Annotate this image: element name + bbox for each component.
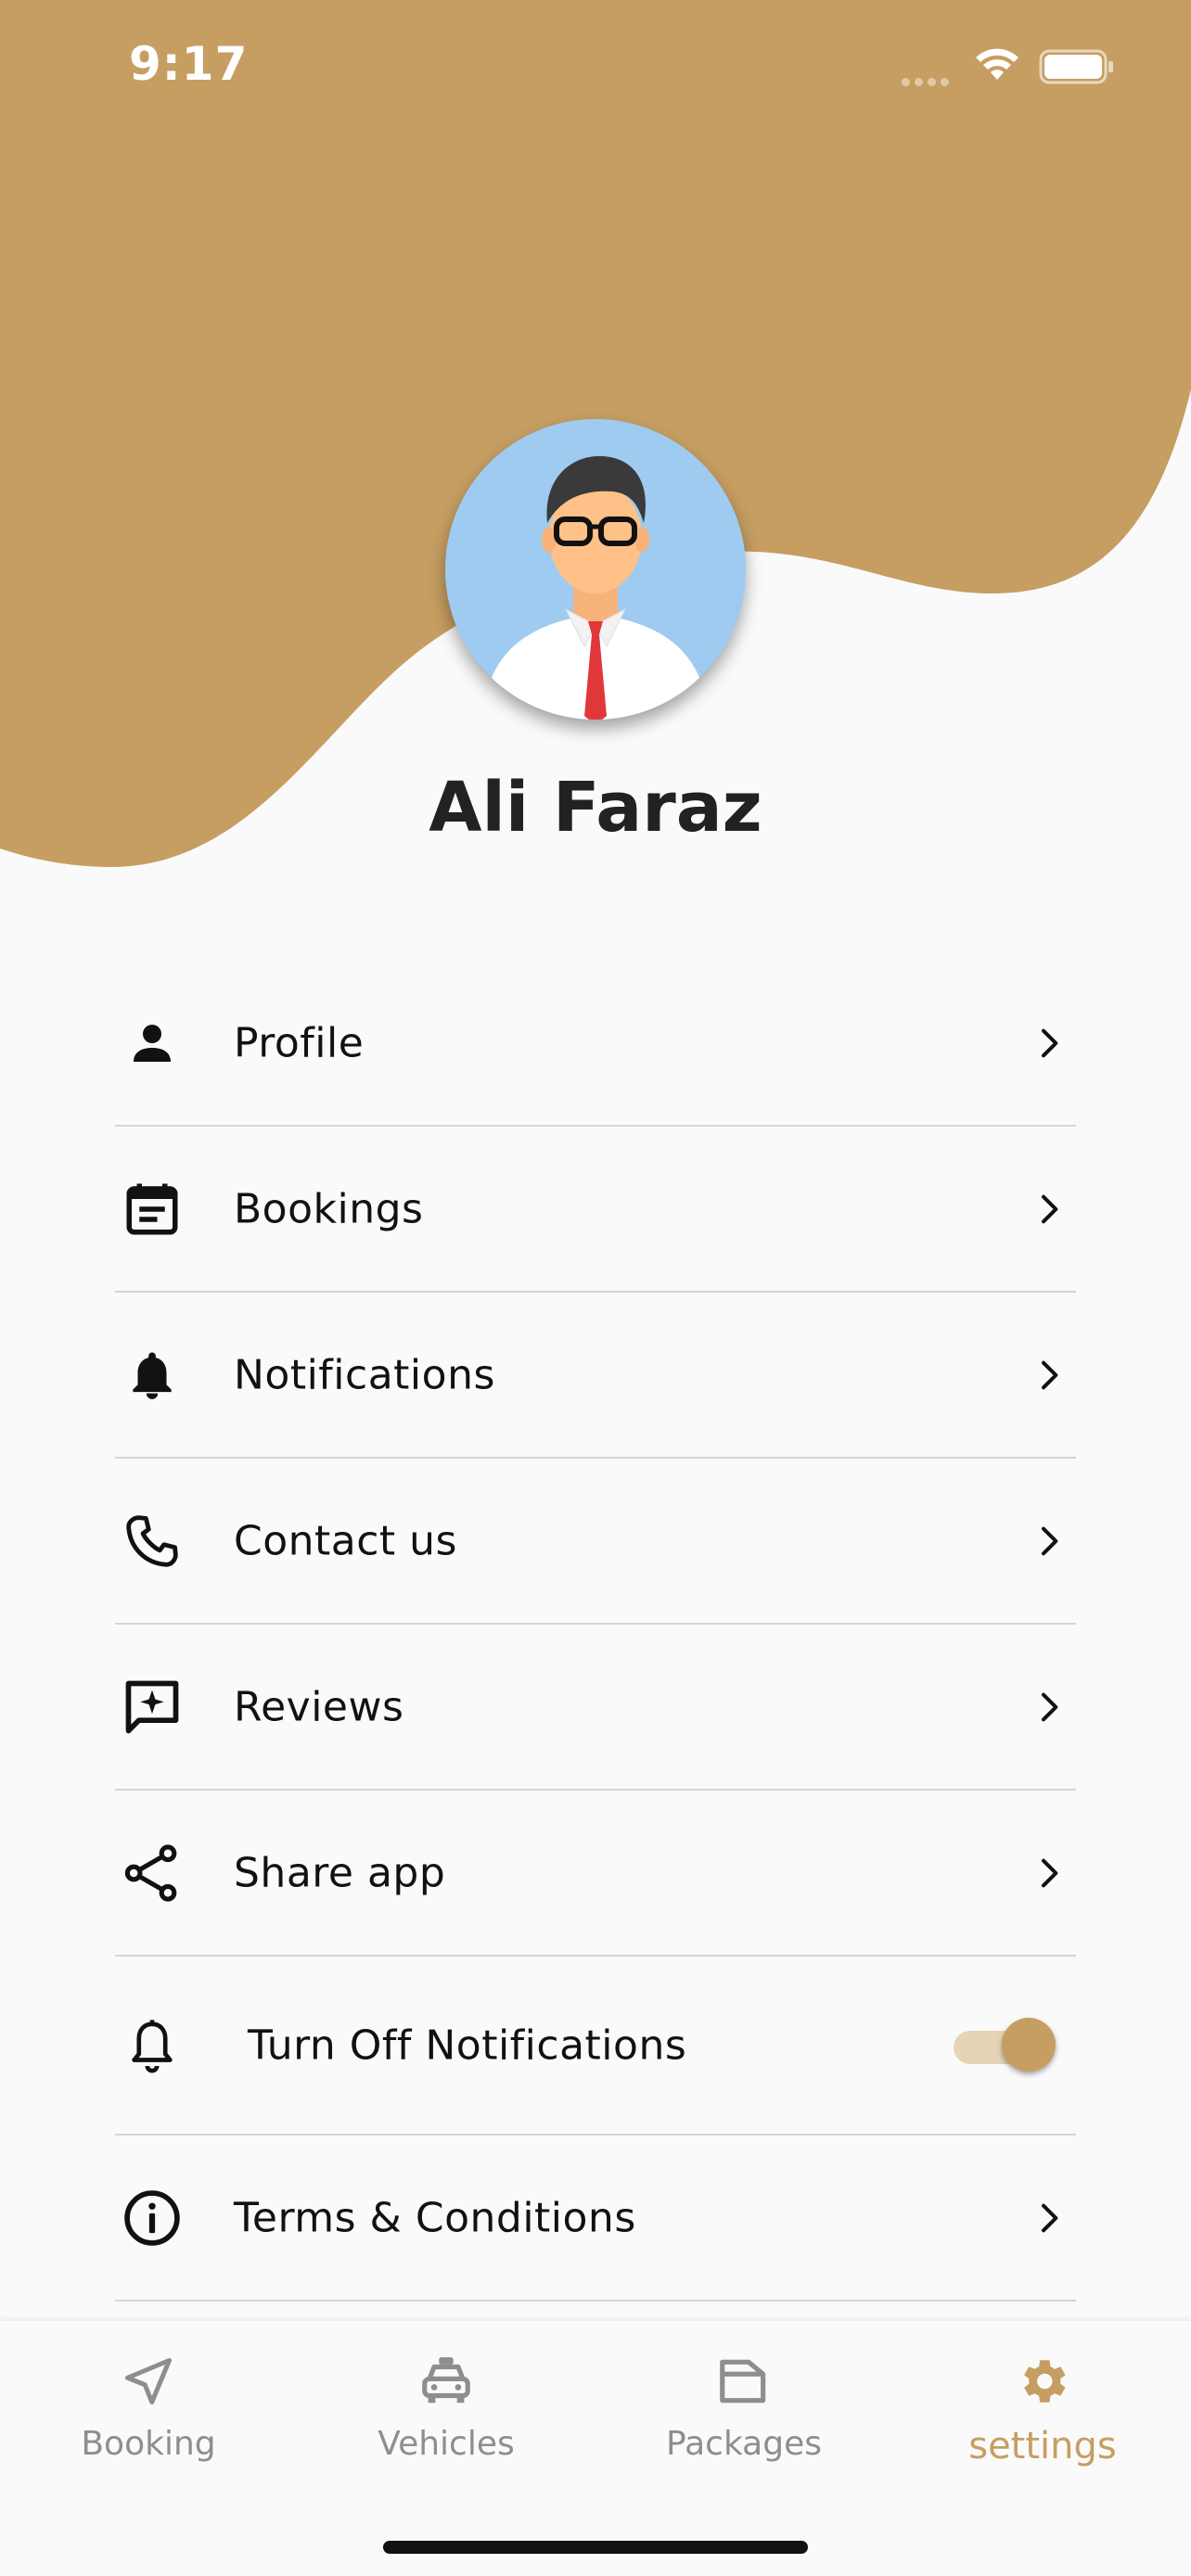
tab-packages[interactable]: Packages — [596, 2349, 892, 2463]
user-avatar-illustration — [445, 419, 746, 720]
chevron-right-icon — [1020, 1181, 1076, 1237]
user-name: Ali Faraz — [429, 768, 762, 848]
toggle-knob — [1002, 2017, 1056, 2072]
battery-icon — [1039, 49, 1113, 84]
menu-item-turn-off-notifications: Turn Off Notifications — [115, 1957, 1076, 2136]
menu-item-profile[interactable]: Profile — [115, 961, 1076, 1127]
menu-item-terms-conditions[interactable]: Terms & Conditions — [115, 2136, 1076, 2302]
home-indicator — [383, 2541, 808, 2554]
chevron-right-icon — [1020, 1347, 1076, 1403]
chevron-right-icon — [1020, 1679, 1076, 1735]
bell-icon — [115, 1338, 189, 1412]
bell-outline-icon — [115, 2009, 189, 2083]
menu-item-reviews[interactable]: Reviews — [115, 1625, 1076, 1791]
menu-item-label: Profile — [234, 1019, 365, 1066]
folder-icon — [596, 2349, 892, 2414]
menu-item-label: Notifications — [234, 1351, 495, 1398]
wifi-icon — [976, 48, 1018, 80]
navigation-arrow-icon — [0, 2349, 297, 2414]
phone-icon — [115, 1504, 189, 1578]
menu-item-contact-us[interactable]: Contact us — [115, 1459, 1076, 1625]
tab-label: settings — [968, 2425, 1117, 2468]
status-time: 9:17 — [129, 37, 249, 91]
bottom-navigation: Booking Vehicles Packages settings — [0, 2321, 1191, 2576]
tab-vehicles[interactable]: Vehicles — [298, 2349, 595, 2463]
menu-item-label: Reviews — [234, 1683, 404, 1730]
tab-label: Vehicles — [378, 2425, 515, 2463]
menu-item-label: Contact us — [234, 1517, 457, 1564]
menu-item-bookings[interactable]: Bookings — [115, 1127, 1076, 1293]
info-icon — [115, 2181, 189, 2255]
tab-settings[interactable]: settings — [894, 2349, 1191, 2468]
taxi-icon — [298, 2349, 595, 2414]
share-icon — [115, 1836, 189, 1910]
menu-item-share-app[interactable]: Share app — [115, 1791, 1076, 1957]
menu-item-label: Turn Off Notifications — [248, 2021, 687, 2069]
status-bar: 9:17 — [0, 0, 1191, 130]
chevron-right-icon — [1020, 1845, 1076, 1901]
tab-label: Packages — [666, 2425, 822, 2463]
settings-menu: Profile Bookings Notifications Contact u… — [115, 961, 1076, 2302]
chevron-right-icon — [1020, 1015, 1076, 1071]
notifications-toggle[interactable] — [954, 2017, 1056, 2073]
menu-item-label: Terms & Conditions — [234, 2194, 636, 2241]
gear-icon — [894, 2349, 1191, 2414]
tab-label: Booking — [81, 2425, 216, 2463]
person-icon — [115, 1006, 189, 1080]
review-icon — [115, 1670, 189, 1744]
tab-booking[interactable]: Booking — [0, 2349, 297, 2463]
menu-item-notifications[interactable]: Notifications — [115, 1293, 1076, 1459]
cellular-dots-icon — [902, 72, 957, 86]
chevron-right-icon — [1020, 1513, 1076, 1569]
menu-item-label: Bookings — [234, 1185, 424, 1232]
chevron-right-icon — [1020, 2190, 1076, 2246]
calendar-icon — [115, 1172, 189, 1246]
user-avatar[interactable] — [445, 419, 746, 720]
settings-screen: 9:17 Ali Faraz Profile Bookings Notifica… — [0, 0, 1191, 2576]
menu-item-label: Share app — [234, 1849, 446, 1896]
